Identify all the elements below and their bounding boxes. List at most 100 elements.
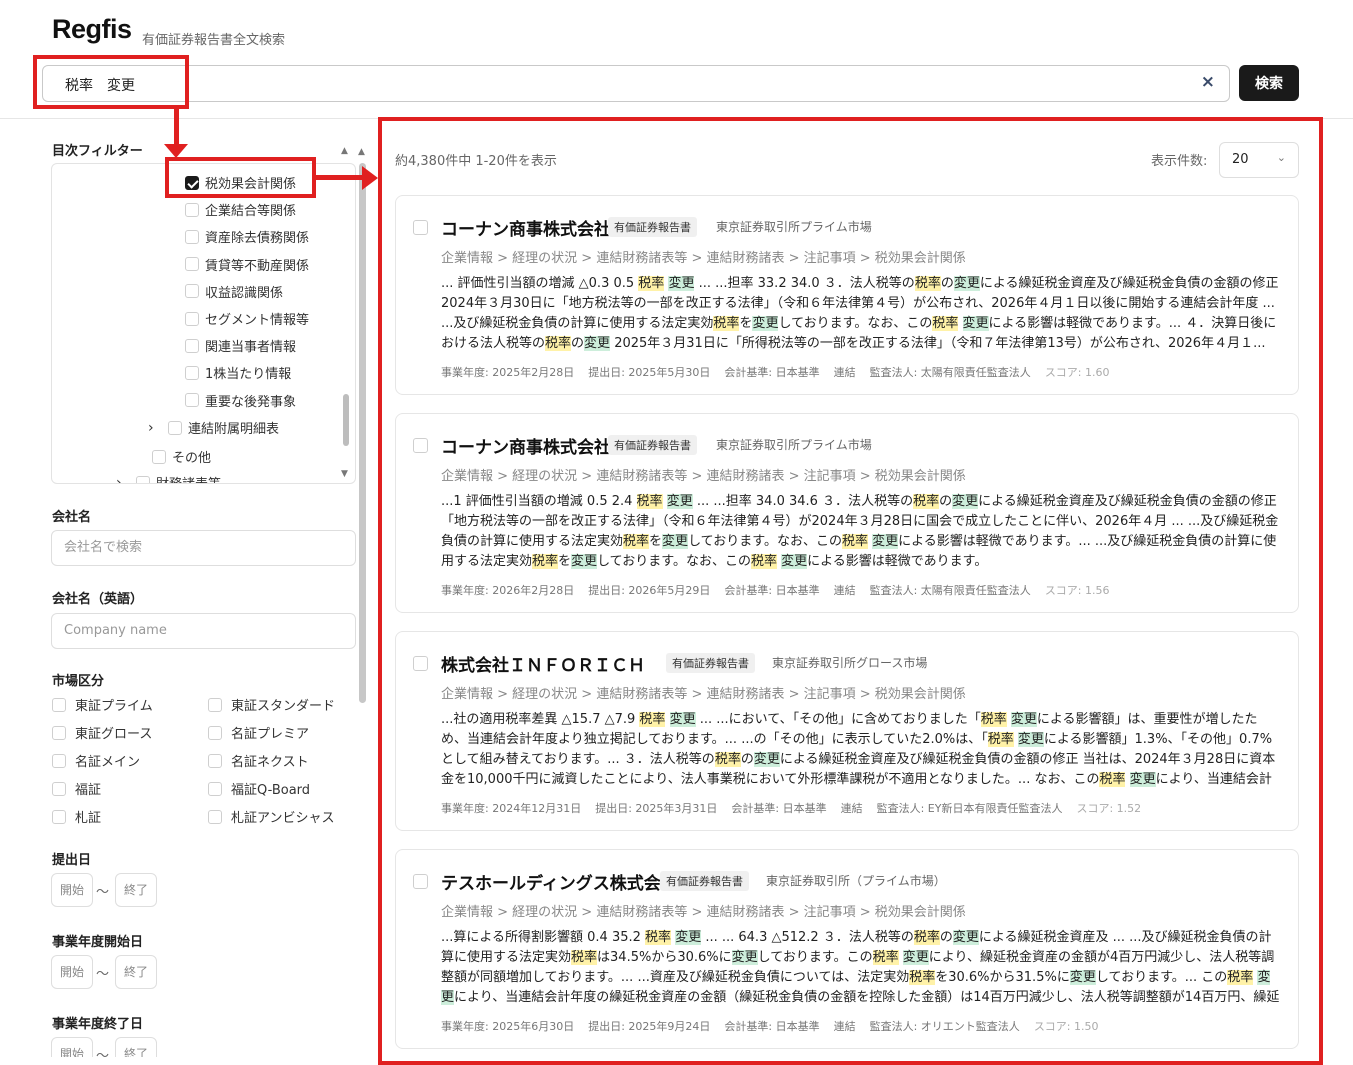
toc-item[interactable]: 賃貸等不動産関係 xyxy=(185,255,309,274)
date-range-separator: 〜 xyxy=(96,885,110,900)
app-logo[interactable]: Regfis xyxy=(52,14,132,45)
search-input[interactable]: 税率 変更 × xyxy=(42,65,1230,102)
market-option-label: 名証プレミア xyxy=(231,727,310,742)
toc-item-label: 関連当事者情報 xyxy=(205,340,297,356)
toc-item[interactable]: 1株当たり情報 xyxy=(185,363,291,382)
toc-item-label: 資産除去債務関係 xyxy=(205,231,310,247)
toc-item-label: 企業結合等関係 xyxy=(205,204,297,220)
market-option-label: 東証グロース xyxy=(75,727,153,742)
checkbox[interactable] xyxy=(136,475,150,483)
checkbox[interactable] xyxy=(152,449,166,464)
filed-date-title: 提出日 xyxy=(52,853,92,868)
checkbox[interactable] xyxy=(185,257,199,272)
company-name-input[interactable]: 会社名で検索 xyxy=(51,530,356,566)
market-option-label: 名証ネクスト xyxy=(231,755,309,770)
checkbox[interactable] xyxy=(52,697,66,712)
fy-end-date-start[interactable]: 開始 xyxy=(51,1037,93,1057)
toc-group-consolidated-schedules[interactable]: › 連結附属明細表 xyxy=(148,418,279,438)
checkbox[interactable] xyxy=(185,393,199,408)
checkbox[interactable] xyxy=(52,725,66,740)
date-range-separator: 〜 xyxy=(96,967,110,982)
toc-item-label: 1株当たり情報 xyxy=(205,367,292,383)
annotation-arrow-down xyxy=(174,108,179,146)
market-option-label: 札証アンビシャス xyxy=(231,811,335,826)
market-option[interactable]: 名証メイン xyxy=(52,751,140,770)
toc-item-other[interactable]: その他 xyxy=(152,447,211,466)
checkbox[interactable] xyxy=(185,229,199,244)
scroll-up-arrow-icon[interactable]: ▲ xyxy=(341,146,348,156)
toc-scrollbar-thumb[interactable] xyxy=(343,394,349,446)
company-name-en-title: 会社名（英語） xyxy=(52,592,144,607)
market-option[interactable]: 東証プライム xyxy=(52,695,153,714)
market-option[interactable]: 東証スタンダード xyxy=(208,695,335,714)
checkbox[interactable] xyxy=(185,365,199,380)
sidebar-scroll-up-arrow-icon[interactable]: ▲ xyxy=(358,147,365,157)
annotation-arrowhead-down xyxy=(164,144,188,158)
filed-date-end[interactable]: 終了 xyxy=(115,873,157,907)
chevron-right-icon[interactable]: › xyxy=(116,475,130,484)
toc-group-financial-statements[interactable]: › 財務諸表等 xyxy=(116,473,221,484)
toc-item[interactable]: 重要な後発事象 xyxy=(185,391,296,410)
checkbox[interactable] xyxy=(208,697,222,712)
market-option-label: 名証メイン xyxy=(75,755,141,770)
market-option[interactable]: 札証 xyxy=(52,807,101,826)
close-icon[interactable]: × xyxy=(1201,72,1215,92)
checkbox[interactable] xyxy=(52,809,66,824)
market-option[interactable]: 名証プレミア xyxy=(208,723,309,742)
fy-start-title: 事業年度開始日 xyxy=(52,935,144,950)
annotation-results-highlight xyxy=(378,117,1323,1065)
market-option[interactable]: 福証 xyxy=(52,779,101,798)
filed-date-start[interactable]: 開始 xyxy=(51,873,93,907)
sidebar-scrollbar-thumb[interactable] xyxy=(359,163,366,703)
company-name-title: 会社名 xyxy=(52,510,92,525)
checkbox[interactable] xyxy=(168,420,182,435)
toc-filter-list[interactable]: 税効果会計関係 企業結合等関係 資産除去債務関係 賃貸等不動産関係 収益認識関係 セグメン… xyxy=(51,163,356,484)
chevron-right-icon[interactable]: › xyxy=(148,420,162,436)
toc-item-label: 重要な後発事象 xyxy=(205,394,297,410)
checkbox[interactable] xyxy=(208,781,222,796)
market-option[interactable]: 名証ネクスト xyxy=(208,751,309,770)
toc-item-label: その他 xyxy=(172,451,212,466)
checkbox[interactable] xyxy=(52,753,66,768)
annotation-arrow-right xyxy=(316,175,364,180)
checkbox[interactable] xyxy=(185,311,199,326)
checkbox[interactable] xyxy=(208,753,222,768)
fy-end-date-end[interactable]: 終了 xyxy=(115,1037,157,1057)
toc-item[interactable]: 関連当事者情報 xyxy=(185,336,296,355)
search-button[interactable]: 検索 xyxy=(1239,65,1299,101)
checkbox[interactable] xyxy=(185,202,199,217)
market-option-label: 福証 xyxy=(75,783,102,798)
fy-end-title: 事業年度終了日 xyxy=(52,1017,144,1032)
toc-item-label: セグメント情報等 xyxy=(205,313,310,328)
scroll-down-arrow-icon[interactable]: ▼ xyxy=(341,469,348,479)
fy-start-date-start[interactable]: 開始 xyxy=(51,955,93,989)
annotation-arrowhead-right xyxy=(362,166,378,190)
date-range-separator: 〜 xyxy=(96,1049,110,1057)
app-tagline: 有価証券報告書全文検索 xyxy=(142,33,286,48)
toc-item[interactable]: セグメント情報等 xyxy=(185,309,309,328)
toc-filter-title: 目次フィルター xyxy=(52,144,143,159)
market-option[interactable]: 東証グロース xyxy=(52,723,152,742)
checkbox[interactable] xyxy=(185,338,199,353)
market-option-label: 東証プライム xyxy=(75,699,153,714)
fy-end-date-row: 開始 〜 終了 xyxy=(0,1033,372,1057)
toc-item-label: 収益認識関係 xyxy=(205,285,284,301)
checkbox[interactable] xyxy=(52,781,66,796)
toc-item[interactable]: 企業結合等関係 xyxy=(185,200,296,219)
fy-start-date-end[interactable]: 終了 xyxy=(115,955,157,989)
checkbox[interactable] xyxy=(185,284,199,299)
market-option[interactable]: 札証アンビシャス xyxy=(208,807,334,826)
market-option-label: 東証スタンダード xyxy=(231,699,336,714)
checkbox[interactable] xyxy=(208,725,222,740)
annotation-filter-highlight xyxy=(165,157,316,198)
market-option-label: 札証 xyxy=(75,811,102,826)
market-option-label: 福証Q-Board xyxy=(231,783,311,798)
sidebar: 目次フィルター 税効果会計関係 企業結合等関係 資産除去債務関係 賃貸等不動産関係 収益… xyxy=(0,119,372,1065)
checkbox[interactable] xyxy=(208,809,222,824)
market-option[interactable]: 福証Q-Board xyxy=(208,779,310,798)
company-name-en-input[interactable]: Company name xyxy=(51,613,356,649)
toc-item[interactable]: 資産除去債務関係 xyxy=(185,227,309,246)
market-segment-title: 市場区分 xyxy=(52,674,105,689)
toc-item[interactable]: 収益認識関係 xyxy=(185,282,283,301)
annotation-search-highlight xyxy=(33,55,189,109)
